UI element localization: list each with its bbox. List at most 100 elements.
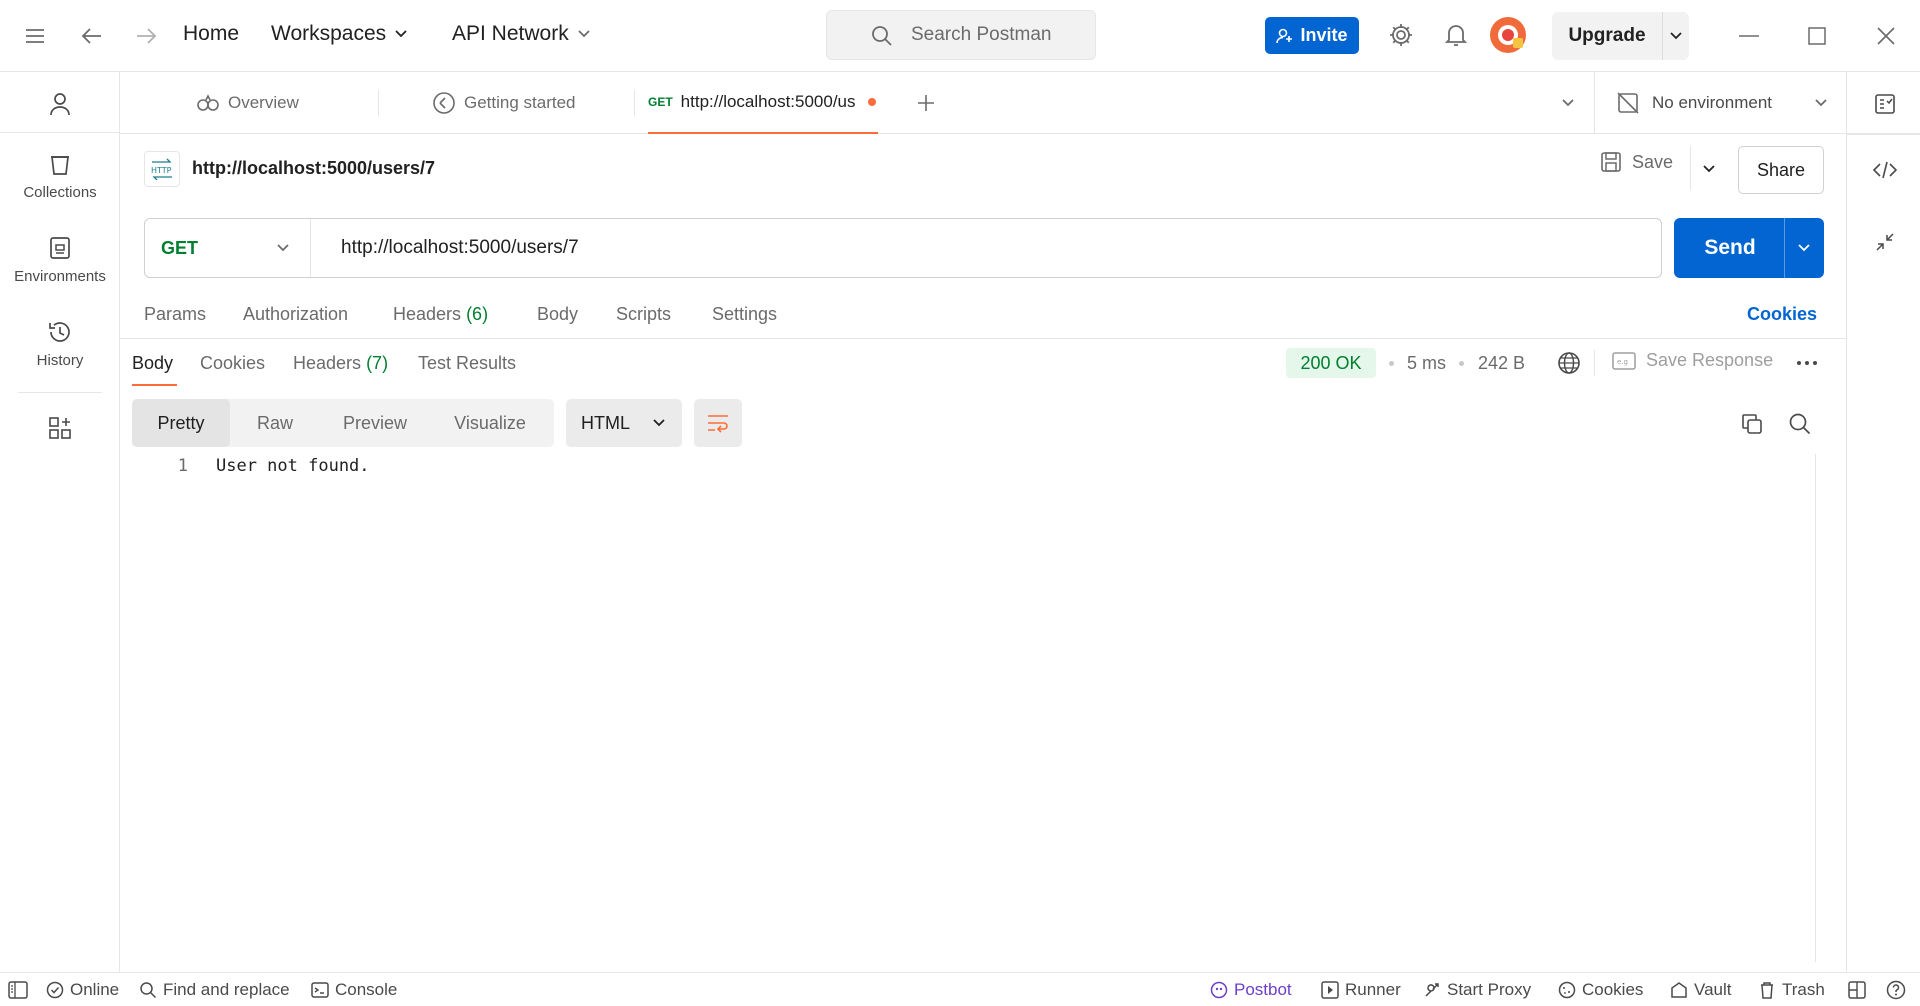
- home-link[interactable]: Home: [183, 22, 239, 46]
- back-arrow-icon[interactable]: [78, 22, 106, 50]
- wrap-lines-button[interactable]: [694, 399, 742, 447]
- globe-icon[interactable]: [1556, 350, 1582, 376]
- minimize-icon[interactable]: [1735, 22, 1763, 50]
- request-title[interactable]: http://localhost:5000/users/7: [192, 158, 435, 179]
- close-icon[interactable]: [1872, 22, 1900, 50]
- settings-gear-icon[interactable]: [1386, 20, 1416, 50]
- environment-icon: [50, 237, 70, 259]
- save-response-button[interactable]: e.g Save Response: [1612, 350, 1773, 371]
- chevron-down-icon: [1815, 99, 1827, 107]
- more-options-icon[interactable]: [1794, 350, 1820, 376]
- unsaved-dot: [867, 98, 876, 106]
- view-raw[interactable]: Raw: [230, 399, 320, 447]
- trash-button[interactable]: Trash: [1758, 973, 1825, 1006]
- runner-button[interactable]: Runner: [1321, 973, 1401, 1006]
- new-tab-plus-icon[interactable]: [912, 89, 940, 117]
- find-and-replace-button[interactable]: Find and replace: [139, 973, 290, 1006]
- footer-label: Start Proxy: [1447, 980, 1532, 999]
- environment-quick-look-icon[interactable]: [1869, 88, 1901, 120]
- code-icon[interactable]: [1869, 154, 1901, 186]
- collapse-arrows-icon[interactable]: [1869, 226, 1901, 258]
- save-button[interactable]: Save: [1600, 151, 1673, 173]
- response-size[interactable]: 242 B: [1478, 353, 1525, 374]
- tab-body[interactable]: Body: [537, 304, 578, 325]
- user-icon[interactable]: [44, 88, 76, 120]
- overview-icon: [197, 94, 219, 111]
- search-icon[interactable]: [1786, 410, 1814, 438]
- api-network-dropdown[interactable]: API Network: [452, 22, 591, 46]
- response-tab-cookies[interactable]: Cookies: [200, 353, 265, 374]
- tabs-overflow-chevron-icon[interactable]: [1554, 89, 1582, 117]
- avatar[interactable]: [1489, 16, 1527, 54]
- view-pretty[interactable]: Pretty: [132, 399, 230, 447]
- send-dropdown-chevron-icon[interactable]: [1785, 243, 1823, 253]
- response-tab-body[interactable]: Body: [132, 353, 173, 374]
- send-button[interactable]: Send: [1674, 218, 1824, 278]
- cookies-link[interactable]: Cookies: [1747, 304, 1817, 325]
- console-icon: [311, 982, 329, 998]
- menu-icon[interactable]: [20, 22, 50, 50]
- view-visualize[interactable]: Visualize: [430, 399, 550, 447]
- status-badge[interactable]: 200 OK: [1286, 348, 1376, 378]
- method-label: GET: [161, 237, 199, 258]
- response-time[interactable]: 5 ms: [1407, 353, 1446, 374]
- tab-authorization[interactable]: Authorization: [243, 304, 348, 325]
- console-button[interactable]: Console: [311, 973, 397, 1006]
- tab-settings[interactable]: Settings: [712, 304, 777, 325]
- maximize-icon[interactable]: [1803, 22, 1831, 50]
- sidebar-item-collections[interactable]: Collections: [0, 152, 120, 201]
- home-label: Home: [183, 22, 240, 45]
- sidebar-item-history[interactable]: History: [0, 320, 120, 369]
- invite-label: Invite: [1300, 25, 1348, 45]
- help-icon[interactable]: [1886, 973, 1906, 1006]
- response-body-text[interactable]: User not found.: [216, 456, 370, 476]
- online-status[interactable]: Online: [46, 973, 119, 1006]
- upgrade-label: Upgrade: [1568, 25, 1646, 46]
- tab-active-request[interactable]: GET http://localhost:5000/us: [648, 72, 878, 134]
- tab-label: Headers: [293, 353, 362, 373]
- workspaces-dropdown[interactable]: Workspaces: [271, 22, 408, 46]
- vault-icon: [1671, 982, 1687, 998]
- vault-button[interactable]: Vault: [1670, 973, 1732, 1006]
- url-input[interactable]: [311, 237, 1661, 259]
- view-preview[interactable]: Preview: [320, 399, 430, 447]
- response-tab-test-results[interactable]: Test Results: [418, 353, 516, 374]
- two-pane-view-icon[interactable]: [1848, 973, 1866, 1006]
- proxy-icon: [1425, 983, 1439, 997]
- tab-scripts[interactable]: Scripts: [616, 304, 671, 325]
- method-select[interactable]: GET: [145, 219, 311, 277]
- start-proxy-button[interactable]: Start Proxy: [1423, 973, 1531, 1006]
- invite-button[interactable]: Invite: [1265, 17, 1359, 54]
- postbot-icon: [1210, 981, 1228, 999]
- forward-arrow-icon[interactable]: [132, 22, 160, 50]
- tab-params[interactable]: Params: [144, 304, 206, 325]
- share-button[interactable]: Share: [1738, 146, 1824, 194]
- save-dropdown-chevron-icon[interactable]: [1696, 154, 1722, 184]
- response-scrollbar[interactable]: [1815, 454, 1816, 962]
- upgrade-button[interactable]: Upgrade: [1552, 12, 1689, 60]
- copy-icon[interactable]: [1738, 410, 1766, 438]
- cookies-button[interactable]: Cookies: [1558, 973, 1643, 1006]
- http-request-icon: HTTP: [144, 151, 180, 187]
- tab-overview[interactable]: Overview: [196, 72, 299, 134]
- sidebar-item-environments[interactable]: Environments: [0, 236, 120, 285]
- response-view-group: Pretty Raw Preview Visualize: [132, 399, 554, 447]
- upgrade-dropdown-chevron-icon[interactable]: [1663, 31, 1689, 41]
- toggle-sidebar-icon[interactable]: [8, 973, 28, 1006]
- postbot-button[interactable]: Postbot: [1210, 973, 1292, 1006]
- response-tab-headers[interactable]: Headers (7): [293, 353, 388, 374]
- environment-selector[interactable]: No environment: [1616, 72, 1828, 134]
- left-sidebar: Collections Environments History: [0, 72, 120, 972]
- search-icon: [872, 26, 892, 46]
- top-bar: Home Workspaces API Network Search Postm…: [0, 0, 1920, 72]
- tab-headers[interactable]: Headers (6): [393, 304, 488, 325]
- search-input[interactable]: Search Postman: [826, 10, 1096, 60]
- configure-workbench-icon[interactable]: [44, 412, 76, 444]
- format-select[interactable]: HTML: [566, 399, 682, 447]
- bell-icon[interactable]: [1441, 20, 1471, 50]
- tab-getting-started[interactable]: Getting started: [432, 72, 576, 134]
- format-label: HTML: [581, 412, 630, 433]
- footer-label: Runner: [1345, 980, 1401, 999]
- line-number: 1: [177, 456, 188, 476]
- add-person-icon: [1276, 28, 1293, 43]
